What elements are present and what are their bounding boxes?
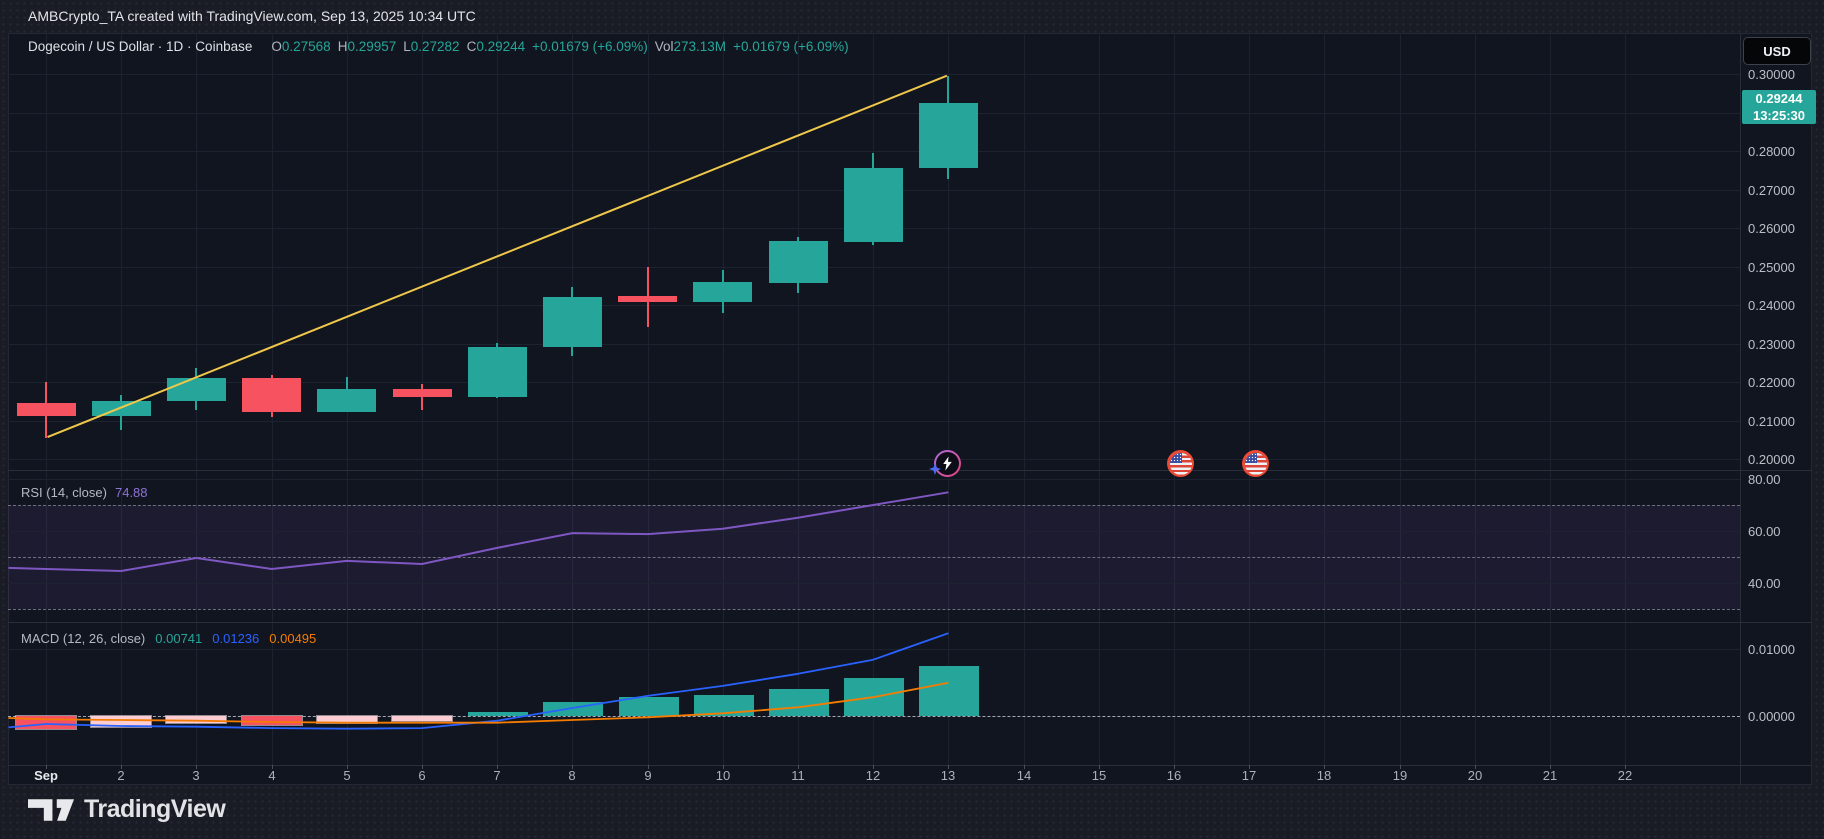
close-value: 0.29244 [476, 39, 526, 54]
volume-change: +0.01679 (+6.09%) [733, 39, 849, 54]
macd-line-value: 0.01236 [212, 631, 260, 646]
footer-bar: TradingView [0, 785, 1824, 839]
tradingview-logo[interactable]: TradingView [28, 795, 226, 824]
us-flag [1244, 452, 1267, 475]
symbol-header[interactable]: Dogecoin / US Dollar · 1D · Coinbase O0.2… [28, 39, 849, 54]
us-flag-icon[interactable] [1167, 450, 1194, 477]
flash-bolt [936, 452, 959, 475]
bar-countdown: 13:25:30 [1752, 108, 1806, 123]
last-price-badge: 0.29244 13:25:30 [1742, 90, 1816, 124]
tradingview-chart-export: AMBCrypto_TA created with TradingView.co… [0, 0, 1824, 839]
low-value: 0.27282 [410, 39, 460, 54]
tradingview-logo-icon [28, 798, 74, 821]
currency-toggle-button[interactable]: USD [1743, 37, 1811, 65]
tradingview-brand-text: TradingView [84, 795, 226, 823]
open-label: O [271, 39, 282, 54]
high-label: H [337, 39, 348, 54]
low-label: L [403, 39, 411, 54]
us-flag [1169, 452, 1192, 475]
open-value: 0.27568 [281, 39, 331, 54]
volume-label: Vol [654, 39, 674, 54]
rsi-indicator-label[interactable]: RSI (14, close) 74.88 [21, 485, 148, 500]
macd-histogram-value: 0.00741 [155, 631, 203, 646]
macd-indicator-label[interactable]: MACD (12, 26, close) 0.00741 0.01236 0.0049… [21, 631, 316, 646]
event-marker-layer [0, 0, 1824, 839]
flag-canton [1169, 452, 1182, 463]
high-value: 0.29957 [347, 39, 397, 54]
last-price-value: 0.29244 [1755, 91, 1803, 106]
rsi-title: RSI (14, close) [21, 485, 107, 500]
volume-value: 273.13M [673, 39, 727, 54]
attribution-text: AMBCrypto_TA created with TradingView.co… [28, 8, 476, 24]
macd-title: MACD (12, 26, close) [21, 631, 146, 646]
flash-icon[interactable] [929, 450, 961, 477]
us-flag-icon[interactable] [1242, 450, 1269, 477]
symbol-title: Dogecoin / US Dollar · 1D · Coinbase [28, 39, 253, 54]
macd-signal-value: 0.00495 [269, 631, 317, 646]
flag-canton [1244, 452, 1257, 463]
change-value: +0.01679 (+6.09%) [532, 39, 648, 54]
rsi-value: 74.88 [114, 485, 148, 500]
close-label: C [466, 39, 477, 54]
